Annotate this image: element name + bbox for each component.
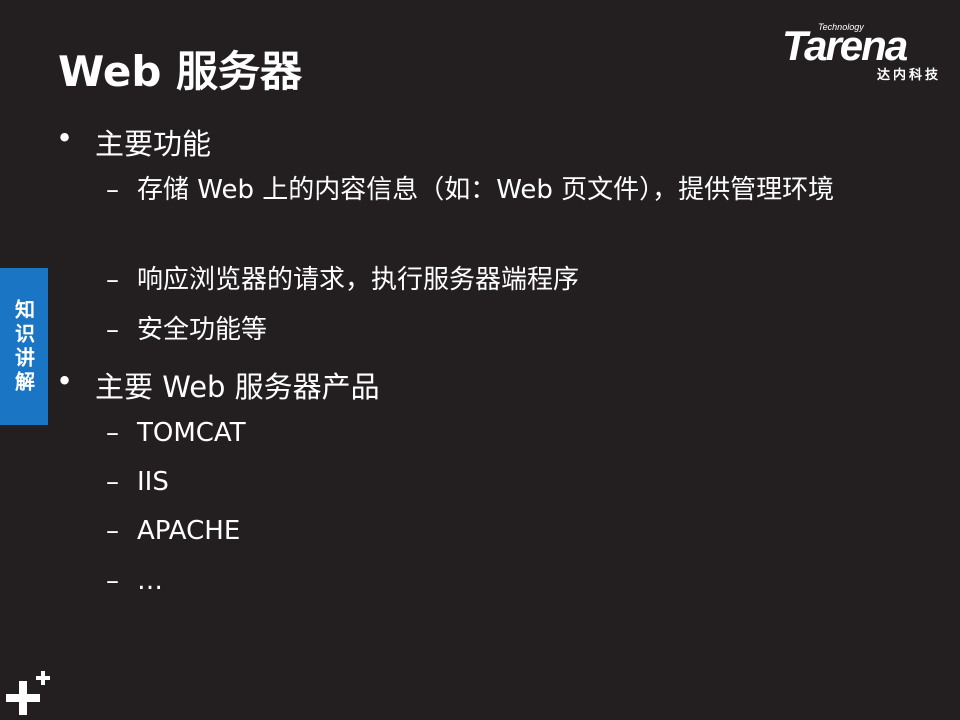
sub-text: … <box>137 566 163 596</box>
bullet-text: 主要功能 <box>95 127 212 161</box>
bullet-text: 主要 Web 服务器产品 <box>95 370 380 404</box>
bullet-dot: • <box>56 364 74 398</box>
sub-dash: – <box>106 265 119 295</box>
sub-text: TOMCAT <box>137 418 246 448</box>
sub-dash: – <box>106 467 119 497</box>
sub-dash: – <box>106 566 119 596</box>
bullet-dot: • <box>56 121 74 155</box>
sub-text: APACHE <box>137 516 241 546</box>
plus-plus-icon <box>6 671 50 715</box>
sub-text: 存储 Web 上的内容信息（如：Web 页文件），提供管理环境 <box>137 175 835 205</box>
sub-text: 响应浏览器的请求，执行服务器端程序 <box>137 265 580 295</box>
sub-dash: – <box>106 418 119 448</box>
sub-text: 安全功能等 <box>137 315 268 345</box>
slide-body: • 主要功能 – 存储 Web 上的内容信息（如：Web 页文件），提供管理环境… <box>0 0 960 720</box>
sub-dash: – <box>106 516 119 546</box>
sub-dash: – <box>106 315 119 345</box>
sub-text: IIS <box>137 467 169 497</box>
sub-dash: – <box>106 175 119 205</box>
